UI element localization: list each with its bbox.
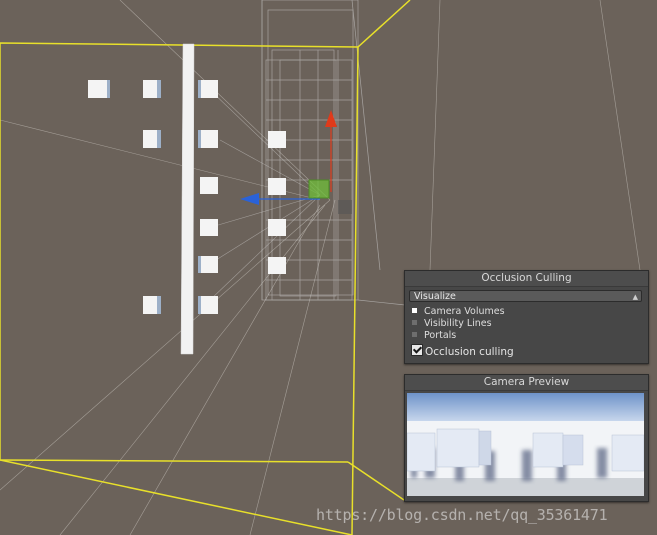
wall-plane: [180, 43, 195, 355]
legend-swatch: [412, 332, 417, 337]
cube: [143, 130, 161, 148]
legend-item-camera-volumes: Camera Volumes: [412, 306, 505, 318]
occlusion-culling-checkbox[interactable]: [411, 344, 423, 356]
camera-preview-panel: Camera Preview: [404, 374, 649, 502]
cube: [268, 131, 286, 148]
legend-swatch: [412, 320, 417, 325]
occlusion-culling-toggle[interactable]: Occlusion culling: [411, 344, 514, 358]
gizmo-z-arrow-icon: [240, 193, 259, 205]
cube: [268, 257, 286, 274]
gizmo-y-arrow-icon: [325, 110, 337, 127]
cube: [198, 296, 218, 314]
dropdown-arrows-icon: ▲: [632, 293, 638, 301]
legend-item-portals: Portals: [412, 330, 456, 342]
transform-gizmo[interactable]: [240, 110, 352, 214]
cube: [268, 219, 286, 236]
occlusion-culling-panel: Occlusion Culling Visualize ▲ Camera Vol…: [404, 270, 649, 364]
cube: [88, 80, 110, 98]
gizmo-center-handle: [308, 179, 330, 199]
legend-swatch: [412, 308, 417, 313]
legend-label: Visibility Lines: [424, 318, 492, 329]
cube: [200, 177, 218, 194]
watermark-text: https://blog.csdn.net/qq_35361471: [316, 506, 608, 524]
cube: [143, 296, 161, 314]
cube: [198, 130, 218, 148]
legend-item-visibility-lines: Visibility Lines: [412, 318, 492, 330]
gizmo-x-handle: [338, 200, 352, 214]
camera-preview-title: Camera Preview: [405, 375, 648, 391]
occlusion-culling-label: Occlusion culling: [425, 346, 514, 358]
cube: [200, 219, 218, 236]
cube: [198, 256, 218, 273]
cube: [268, 178, 286, 195]
occlusion-panel-title: Occlusion Culling: [405, 271, 648, 287]
visualize-dropdown[interactable]: Visualize ▲: [409, 290, 642, 302]
dropdown-value: Visualize: [414, 291, 456, 302]
camera-preview-image: [407, 393, 644, 496]
legend-label: Camera Volumes: [424, 306, 505, 317]
legend-label: Portals: [424, 330, 457, 341]
cube: [143, 80, 161, 98]
cube: [198, 80, 218, 98]
